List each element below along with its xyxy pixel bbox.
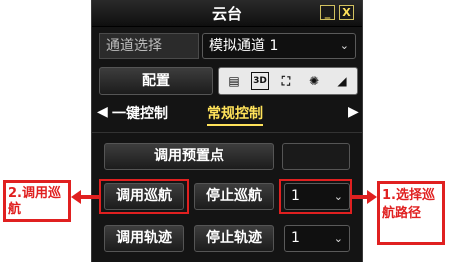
fullscreen-icon[interactable]: ⛶ bbox=[277, 72, 295, 90]
highlight-cruise-select bbox=[279, 179, 352, 214]
chevron-down-icon: ⌄ bbox=[333, 232, 343, 245]
stop-track-button[interactable]: 停止轨迹 bbox=[194, 225, 274, 252]
arrow-head-left bbox=[71, 190, 81, 204]
arrow-head-right bbox=[367, 190, 377, 204]
arrow-line-left bbox=[80, 195, 99, 199]
config-button[interactable]: 配置 bbox=[99, 67, 213, 95]
channel-select[interactable]: 模拟通道 1 ⌄ bbox=[202, 33, 356, 59]
minimize-button[interactable]: _ bbox=[320, 5, 335, 20]
chevron-down-icon: ⌄ bbox=[339, 39, 349, 52]
channel-label: 通道选择 bbox=[99, 33, 199, 59]
close-button[interactable]: X bbox=[339, 5, 354, 20]
preset-input[interactable] bbox=[282, 143, 350, 170]
light-icon[interactable]: ✺ bbox=[305, 72, 323, 90]
divider bbox=[92, 132, 362, 133]
callout-select-route: 1.选择巡航路径 bbox=[377, 181, 445, 245]
track-select-value: 1 bbox=[291, 230, 300, 246]
ptz-panel: 云台 _ X 通道选择 模拟通道 1 ⌄ 配置 ▤ 3D ⛶ ✺ ◢ ◀ 一键控… bbox=[91, 0, 363, 262]
call-preset-button[interactable]: 调用预置点 bbox=[104, 143, 274, 170]
tab-one-key[interactable]: 一键控制 bbox=[112, 103, 168, 123]
wiper-icon[interactable]: ◢ bbox=[333, 72, 351, 90]
list-icon[interactable]: ▤ bbox=[225, 72, 243, 90]
3d-icon[interactable]: 3D bbox=[251, 72, 269, 90]
tab-normal-control[interactable]: 常规控制 bbox=[207, 103, 263, 126]
ptz-toolbar: ▤ 3D ⛶ ✺ ◢ bbox=[218, 67, 358, 95]
call-track-button[interactable]: 调用轨迹 bbox=[104, 225, 184, 252]
tab-bar: ◀ 一键控制 常规控制 ▶ bbox=[92, 98, 362, 128]
tab-next-arrow[interactable]: ▶ bbox=[348, 104, 359, 120]
stop-cruise-button[interactable]: 停止巡航 bbox=[194, 183, 274, 210]
tab-prev-arrow[interactable]: ◀ bbox=[97, 104, 108, 120]
highlight-call-cruise bbox=[99, 179, 189, 214]
arrow-line-right bbox=[352, 195, 367, 199]
channel-select-value: 模拟通道 1 bbox=[209, 38, 279, 54]
track-select[interactable]: 1 ⌄ bbox=[284, 225, 350, 252]
title-bar: 云台 _ X bbox=[92, 0, 362, 27]
callout-call-cruise: 2.调用巡航 bbox=[3, 180, 71, 222]
